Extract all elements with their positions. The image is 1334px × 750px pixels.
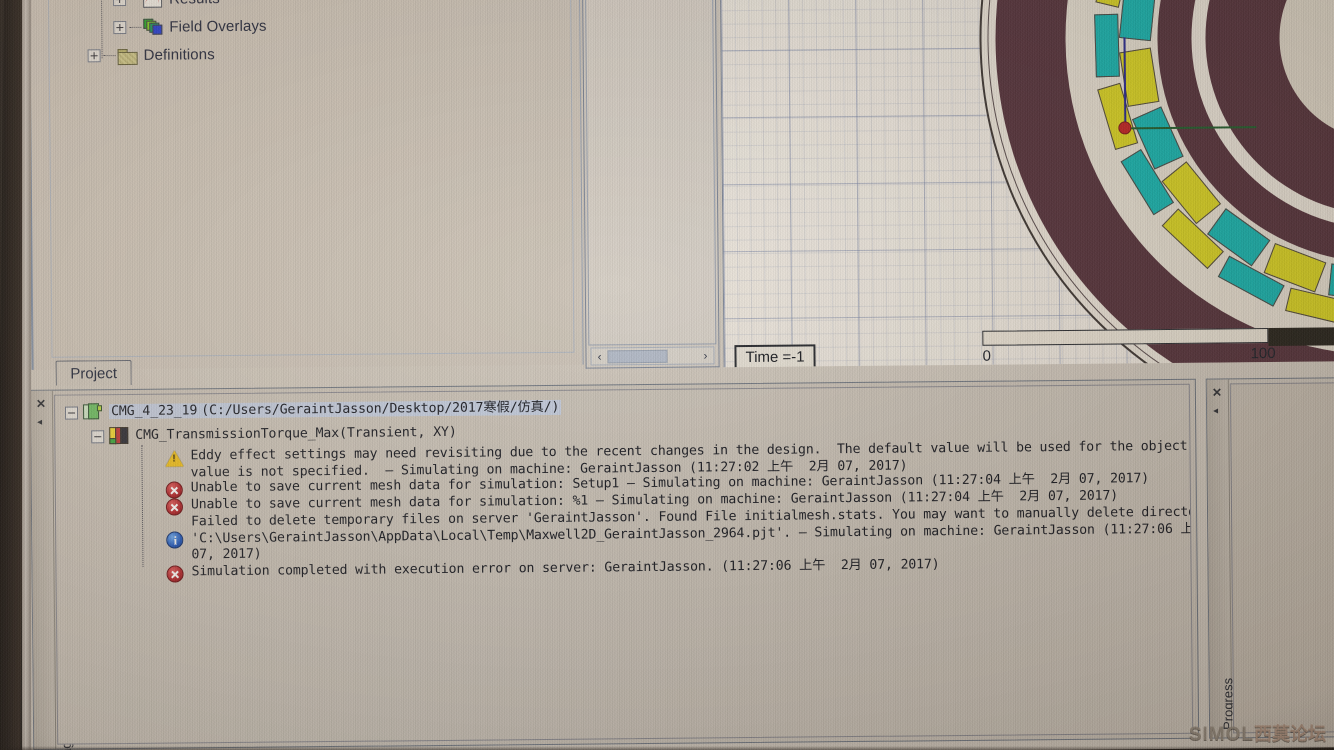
tree-dash: [129, 26, 142, 28]
graphics-view[interactable]: Time =-1 0 100: [719, 0, 1334, 368]
tree-dash: [103, 54, 116, 56]
autohide-pin-icon[interactable]: ◂: [37, 417, 42, 428]
tree-item-definitions[interactable]: Definitions: [87, 43, 215, 66]
monitor-bezel-edge: [22, 0, 31, 750]
error-icon: [166, 564, 186, 583]
origin-marker-icon: [1118, 121, 1132, 135]
close-icon[interactable]: ✕: [36, 397, 46, 411]
message-tree-project-node[interactable]: CMG_4_23_19 (C:/Users/GeraintJasson/Deskt…: [64, 399, 562, 422]
tree-item-label: Results: [169, 0, 220, 7]
field-overlays-icon: [143, 18, 163, 35]
progress-panel-gutter: ✕ ◂ Progress: [1206, 379, 1236, 738]
collapse-icon[interactable]: [91, 430, 105, 444]
expand-icon[interactable]: [113, 0, 127, 6]
scale-bar: 0 100: [982, 327, 1334, 366]
design-node-label: CMG_TransmissionTorque_Max: [135, 425, 340, 443]
watermark-chinese: 西莫论坛: [1254, 724, 1326, 744]
folder-icon: [118, 46, 137, 63]
properties-hscrollbar[interactable]: ‹ ›: [590, 346, 715, 366]
scale-max-label: 100: [1250, 344, 1276, 363]
results-icon: [142, 0, 163, 8]
project-node-label: CMG_4_23_19: [108, 403, 200, 420]
message-manager-panel[interactable]: ✕ ◂ Message Manager CMG_4_23_19(C:/Users…: [29, 378, 1200, 750]
tab-project[interactable]: Project: [55, 359, 132, 386]
scroll-right-arrow-icon[interactable]: ›: [697, 348, 713, 362]
properties-panel-content: [584, 0, 717, 346]
time-indicator-label: Time =-1: [745, 348, 805, 367]
forum-watermark: SIMOL西莫论坛: [1189, 720, 1326, 746]
message-list[interactable]: CMG_4_23_19 (C:/Users/GeraintJasson/Deskt…: [53, 383, 1194, 745]
scroll-left-arrow-icon[interactable]: ‹: [591, 349, 607, 363]
message-tree-design-node[interactable]: CMG_TransmissionTorque_Max(Transient, XY…: [91, 424, 457, 446]
project-icon: [82, 403, 103, 421]
autohide-pin-icon[interactable]: ◂: [1213, 406, 1218, 417]
monitor-screen: Results Field Overlays Definitions: [20, 0, 1334, 750]
tree-item-label: Definitions: [143, 45, 215, 64]
message-manager-gutter: ✕ ◂ Message Manager: [30, 390, 74, 750]
project-tree-list[interactable]: Results Field Overlays Definitions: [47, 0, 575, 358]
warning-icon: [165, 448, 184, 467]
info-icon: [166, 530, 185, 549]
scale-min-label: 0: [982, 347, 991, 365]
expand-icon[interactable]: [87, 48, 101, 62]
screen-photo: Results Field Overlays Definitions: [0, 0, 1334, 750]
tree-item-field-overlays[interactable]: Field Overlays: [113, 15, 267, 38]
watermark-latin: SIMOL: [1188, 724, 1254, 745]
tree-connector-line: [141, 444, 144, 567]
progress-content: [1229, 382, 1334, 734]
scrollbar-thumb[interactable]: [607, 349, 668, 363]
collapse-icon[interactable]: [64, 406, 79, 420]
design-node-type: (Transient, XY): [339, 424, 457, 441]
project-tree-panel[interactable]: Results Field Overlays Definitions: [27, 0, 584, 370]
properties-panel[interactable]: ‹ ›: [581, 0, 720, 369]
progress-panel[interactable]: ✕ ◂ Progress: [1205, 377, 1334, 739]
expand-icon[interactable]: [113, 20, 127, 34]
motor-cross-section: [975, 0, 1334, 368]
time-indicator: Time =-1: [734, 344, 816, 368]
close-icon[interactable]: ✕: [1212, 385, 1222, 399]
top-workspace: Results Field Overlays Definitions: [20, 0, 1334, 404]
tree-item-results[interactable]: Results: [113, 0, 220, 10]
scale-bar-ticks: 0 100: [982, 342, 1334, 366]
project-node-path: (C:/Users/GeraintJasson/Desktop/2017寒假/仿…: [199, 399, 562, 419]
project-node-text: CMG_4_23_19 (C:/Users/GeraintJasson/Deskt…: [108, 399, 562, 421]
message-text: Failed to delete temporary files on serv…: [191, 504, 1194, 563]
tree-item-label: Field Overlays: [169, 17, 267, 36]
message-row[interactable]: Failed to delete temporary files on serv…: [166, 504, 1193, 564]
report-icon: [109, 426, 129, 445]
design-node-text: CMG_TransmissionTorque_Max(Transient, XY…: [135, 424, 457, 445]
tab-project-label: Project: [70, 364, 118, 383]
